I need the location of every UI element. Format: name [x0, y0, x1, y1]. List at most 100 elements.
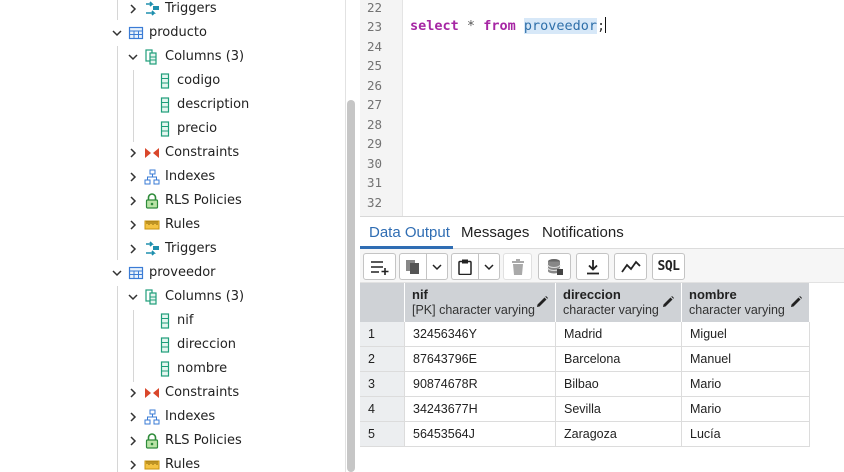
column-icon: [159, 361, 175, 377]
chevron-down-icon[interactable]: [110, 26, 124, 40]
tree-item-label: nif: [177, 313, 194, 328]
trigger-icon: [144, 241, 160, 257]
chevron-right-icon[interactable]: [126, 146, 140, 160]
chevron-right-icon[interactable]: [126, 218, 140, 232]
line-number: 29: [367, 136, 383, 151]
copy-options-dropdown[interactable]: [426, 253, 448, 280]
tree-item-column-direccion[interactable]: direccion: [0, 333, 340, 357]
chevron-right-icon[interactable]: [126, 410, 140, 424]
table-cell[interactable]: Barcelona: [556, 347, 682, 372]
cell-value: Miguel: [690, 327, 727, 341]
row-number[interactable]: 2: [360, 347, 405, 372]
row-number[interactable]: 4: [360, 397, 405, 422]
chevron-right-icon[interactable]: [126, 242, 140, 256]
delete-row-button[interactable]: [503, 253, 532, 280]
cell-value: Lucía: [690, 427, 721, 441]
line-number: 31: [367, 175, 383, 190]
copy-button[interactable]: [399, 253, 426, 280]
table-cell[interactable]: 34243677H: [405, 397, 556, 422]
table-cell[interactable]: Bilbao: [556, 372, 682, 397]
table-cell[interactable]: Zaragoza: [556, 422, 682, 447]
trash-icon: [511, 258, 524, 275]
tree-item-constraints[interactable]: Constraints: [0, 381, 340, 405]
tree-item-table-proveedor[interactable]: proveedor: [0, 261, 340, 285]
tree-item-column-description[interactable]: description: [0, 93, 340, 117]
cell-value: Sevilla: [564, 402, 601, 416]
table-cell[interactable]: Miguel: [682, 322, 810, 347]
add-row-button[interactable]: [363, 253, 396, 280]
tree-item-indexes[interactable]: Indexes: [0, 405, 340, 429]
table-cell[interactable]: 90874678R: [405, 372, 556, 397]
column-header-direccion[interactable]: direccion character varying: [556, 283, 682, 322]
tree-item-table-producto[interactable]: producto: [0, 21, 340, 45]
save-data-button[interactable]: [538, 253, 571, 280]
download-button[interactable]: [576, 253, 609, 280]
chevron-right-icon[interactable]: [126, 2, 140, 16]
chevron-right-icon[interactable]: [126, 170, 140, 184]
table-cell[interactable]: Manuel: [682, 347, 810, 372]
tree-item-columns[interactable]: Columns (3): [0, 285, 340, 309]
tab-notifications[interactable]: Notifications: [542, 224, 624, 241]
cell-value: Bilbao: [564, 377, 599, 391]
column-header-nombre[interactable]: nombre character varying: [682, 283, 810, 322]
table-cell[interactable]: 32456346Y: [405, 322, 556, 347]
table-cell[interactable]: Mario: [682, 397, 810, 422]
column-header-nif[interactable]: nif [PK] character varying: [405, 283, 556, 322]
tree-item-column-precio[interactable]: precio: [0, 117, 340, 141]
chevron-down-icon[interactable]: [126, 50, 140, 64]
tree-item-triggers[interactable]: Triggers: [0, 0, 340, 21]
chevron-right-icon[interactable]: [126, 458, 140, 472]
pencil-icon[interactable]: [789, 295, 803, 309]
table-cell[interactable]: 56453564J: [405, 422, 556, 447]
query-editor[interactable]: 22 23 24 25 26 27 28 29 30 31 32 select …: [360, 0, 844, 216]
tree-item-columns[interactable]: Columns (3): [0, 45, 340, 69]
pencil-icon[interactable]: [535, 295, 549, 309]
graph-visualiser-button[interactable]: [614, 253, 647, 280]
tree-item-column-codigo[interactable]: codigo: [0, 69, 340, 93]
paste-options-dropdown[interactable]: [478, 253, 500, 280]
chevron-down-icon: [432, 263, 442, 270]
row-number[interactable]: 3: [360, 372, 405, 397]
object-explorer-tree: Triggers producto Columns (3) codigo des…: [0, 0, 345, 472]
chevron-down-icon[interactable]: [110, 266, 124, 280]
table-cell[interactable]: Sevilla: [556, 397, 682, 422]
chevron-right-icon[interactable]: [126, 434, 140, 448]
tree-item-indexes[interactable]: Indexes: [0, 165, 340, 189]
chevron-right-icon[interactable]: [126, 386, 140, 400]
column-icon: [159, 73, 175, 89]
tab-messages[interactable]: Messages: [461, 224, 529, 241]
table-cell[interactable]: Lucía: [682, 422, 810, 447]
paste-icon: [458, 259, 472, 275]
code-line[interactable]: select * from proveedor;: [410, 17, 607, 36]
tree-scrollbar-thumb[interactable]: [347, 100, 355, 472]
tree-item-rules[interactable]: Rules: [0, 213, 340, 237]
table-cell[interactable]: 87643796E: [405, 347, 556, 372]
chevron-right-icon[interactable]: [126, 194, 140, 208]
cell-value: 32456346Y: [413, 327, 477, 341]
sql-button[interactable]: SQL: [652, 253, 685, 280]
tree-item-rules[interactable]: Rules: [0, 453, 340, 472]
chevron-down-icon: [484, 263, 494, 270]
table-cell[interactable]: Madrid: [556, 322, 682, 347]
tree-item-column-nombre[interactable]: nombre: [0, 357, 340, 381]
tree-item-label: proveedor: [149, 265, 216, 280]
table-cell[interactable]: Mario: [682, 372, 810, 397]
line-number: 23: [367, 19, 383, 34]
sql-label: SQL: [657, 259, 680, 274]
row-number-header[interactable]: [360, 283, 405, 322]
tree-item-rls-policies[interactable]: RLS Policies: [0, 429, 340, 453]
paste-button[interactable]: [451, 253, 478, 280]
tree-item-triggers[interactable]: Triggers: [0, 237, 340, 261]
tree-item-constraints[interactable]: Constraints: [0, 141, 340, 165]
row-number[interactable]: 5: [360, 422, 405, 447]
output-tabs: Data Output Messages Notifications: [360, 217, 844, 249]
row-number[interactable]: 1: [360, 322, 405, 347]
tree-item-rls-policies[interactable]: RLS Policies: [0, 189, 340, 213]
pencil-icon[interactable]: [661, 295, 675, 309]
chevron-down-icon[interactable]: [126, 290, 140, 304]
column-icon: [159, 313, 175, 329]
tree-item-label: Rules: [165, 457, 201, 472]
tree-item-column-nif[interactable]: nif: [0, 309, 340, 333]
line-number: 22: [367, 0, 383, 15]
tab-data-output[interactable]: Data Output: [369, 224, 450, 241]
